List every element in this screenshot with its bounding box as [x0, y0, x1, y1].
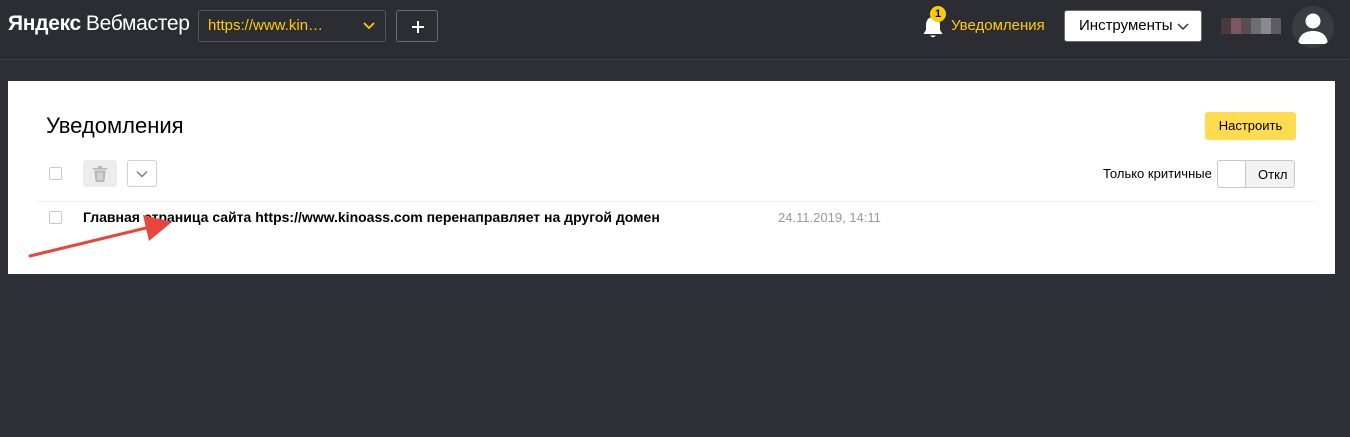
- tools-dropdown-button[interactable]: Инструменты: [1064, 10, 1202, 42]
- site-selector-value: https://www.kin…: [208, 17, 324, 34]
- user-name-blurred[interactable]: [1221, 18, 1281, 34]
- notifications-label: Уведомления: [951, 17, 1045, 34]
- add-site-button[interactable]: [396, 10, 438, 42]
- configure-button[interactable]: Настроить: [1205, 112, 1296, 140]
- trash-icon: [93, 166, 107, 182]
- plus-icon: [412, 21, 424, 33]
- logo-brand: Яндекс: [8, 12, 81, 35]
- toggle-knob: [1217, 160, 1246, 188]
- logo-product: Вебмастер: [85, 12, 190, 35]
- chevron-down-icon: [1177, 23, 1189, 31]
- avatar-icon: [1298, 13, 1328, 44]
- divider: [38, 201, 1315, 202]
- select-all-checkbox[interactable]: [49, 167, 62, 180]
- critical-only-label: Только критичные: [1103, 166, 1212, 181]
- chevron-down-icon: [136, 171, 148, 178]
- chevron-down-icon: [363, 22, 375, 30]
- toggle-state-label: Откл: [1258, 167, 1288, 182]
- row-checkbox[interactable]: [49, 211, 62, 224]
- top-header: Яндекс Вебмастер https://www.kin… 1 Уведо…: [0, 0, 1350, 60]
- notifications-card: Уведомления Настроить Только критичные О…: [8, 81, 1335, 274]
- actions-dropdown-button[interactable]: [127, 160, 157, 187]
- notification-title[interactable]: Главная страница сайта https://www.kinoa…: [83, 209, 660, 225]
- delete-button[interactable]: [83, 160, 117, 187]
- tools-label: Инструменты: [1079, 17, 1173, 34]
- site-selector[interactable]: https://www.kin…: [198, 10, 386, 42]
- notification-date: 24.11.2019, 14:11: [778, 210, 881, 225]
- logo[interactable]: Яндекс Вебмастер: [8, 12, 190, 36]
- notifications-count-badge: 1: [930, 6, 946, 22]
- avatar[interactable]: [1292, 6, 1334, 48]
- critical-only-toggle[interactable]: Откл: [1217, 160, 1295, 188]
- page-title: Уведомления: [46, 113, 184, 138]
